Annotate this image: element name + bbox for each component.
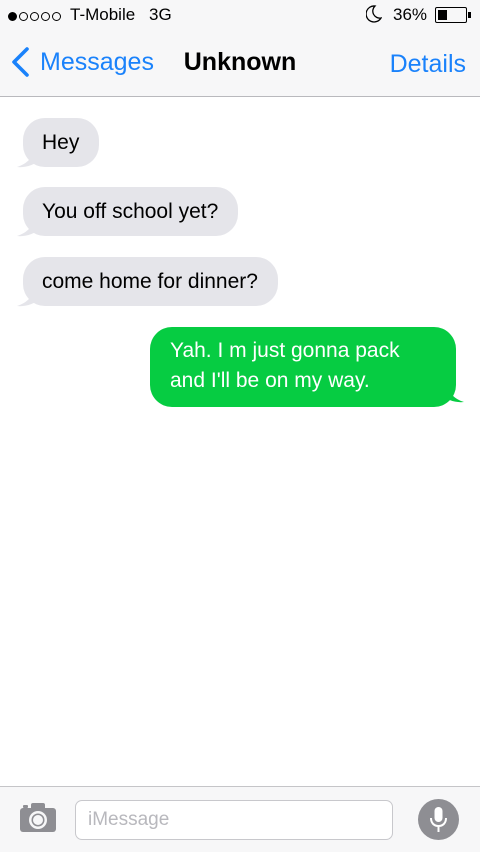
- signal-dot: [30, 11, 39, 21]
- signal-strength-icon: [8, 10, 63, 22]
- microphone-button[interactable]: [418, 799, 459, 840]
- camera-icon[interactable]: [18, 801, 58, 833]
- message-composer: [0, 786, 480, 852]
- microphone-icon: [430, 807, 447, 832]
- details-button[interactable]: Details: [390, 50, 466, 79]
- message-text: come home for dinner?: [42, 270, 258, 293]
- messages-screen: T-Mobile 3G 36% Messages Unknown Details…: [0, 0, 480, 852]
- bubble-tail: [17, 146, 41, 168]
- battery-tip: [468, 12, 471, 18]
- incoming-message-bubble[interactable]: You off school yet?: [23, 187, 239, 236]
- message-text-line: and I'll be on my way.: [170, 369, 370, 392]
- bubble-tail: [440, 380, 464, 403]
- battery-percentage: 36%: [393, 5, 428, 24]
- battery-icon: [435, 7, 467, 23]
- signal-dot: [19, 11, 28, 21]
- signal-dot: [8, 11, 17, 21]
- message-text-line: Yah. I m just gonna pack: [170, 339, 400, 362]
- moon-icon: [366, 5, 382, 23]
- incoming-message-bubble[interactable]: come home for dinner?: [23, 257, 278, 306]
- network-type: 3G: [149, 5, 172, 24]
- bubble-tail: [17, 215, 41, 237]
- bubble-tail: [17, 285, 41, 307]
- message-text: Hey: [42, 131, 80, 154]
- signal-dot: [52, 11, 61, 21]
- imessage-input[interactable]: [75, 800, 393, 840]
- battery-level-fill: [437, 9, 447, 20]
- message-thread[interactable]: Hey You off school yet? come home for di…: [0, 97, 480, 787]
- contact-name: Unknown: [183, 48, 297, 76]
- outgoing-message-bubble[interactable]: Yah. I m just gonna pack and I'll be on …: [150, 327, 456, 407]
- navigation-bar: Messages Unknown Details: [0, 30, 480, 97]
- status-bar: T-Mobile 3G 36%: [0, 0, 480, 30]
- carrier-name: T-Mobile: [70, 5, 136, 24]
- signal-dot: [41, 11, 50, 21]
- message-text: You off school yet?: [42, 200, 219, 223]
